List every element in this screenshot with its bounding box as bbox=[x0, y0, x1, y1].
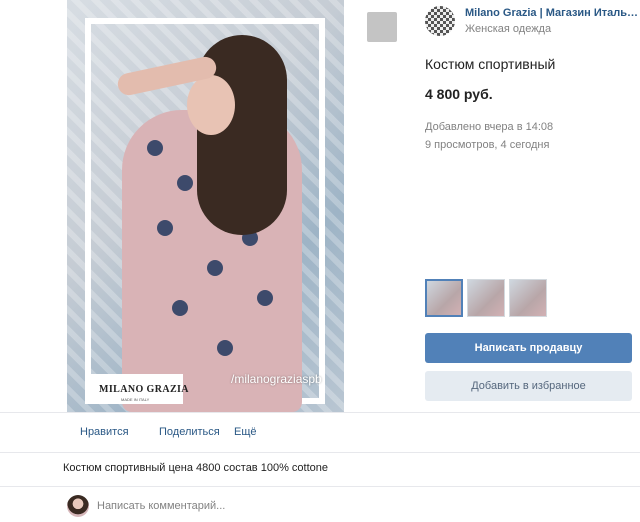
polka-dot bbox=[207, 260, 223, 276]
product-photo-area: MILANO GRAZIA MADE IN ITALY /milanograzi… bbox=[0, 0, 408, 412]
added-date: Добавлено вчера в 14:08 bbox=[425, 121, 554, 133]
product-price: 4 800 руб. bbox=[425, 86, 493, 102]
polka-dot bbox=[177, 175, 193, 191]
polka-dot bbox=[172, 300, 188, 316]
post-actions: Нравится Поделиться Ещё bbox=[80, 426, 257, 438]
photo-placeholder-thumb[interactable] bbox=[367, 12, 397, 42]
product-photo[interactable]: MILANO GRAZIA MADE IN ITALY /milanograzi… bbox=[67, 0, 344, 412]
polka-dot bbox=[147, 140, 163, 156]
photo-watermark-handle: /milanograziaspb bbox=[231, 372, 322, 386]
share-link[interactable]: Поделиться bbox=[159, 426, 234, 438]
polka-dot bbox=[157, 220, 173, 236]
photo-thumbnail[interactable] bbox=[425, 279, 463, 317]
photo-brand-subtitle: MADE IN ITALY bbox=[121, 397, 150, 402]
photo-thumbnails bbox=[425, 279, 547, 317]
photo-brand-logo: MILANO GRAZIA bbox=[99, 384, 189, 395]
model-face bbox=[187, 75, 235, 135]
user-avatar bbox=[67, 495, 89, 517]
divider bbox=[0, 452, 640, 453]
message-seller-button[interactable]: Написать продавцу bbox=[425, 333, 632, 363]
comment-input[interactable] bbox=[97, 497, 397, 515]
like-link[interactable]: Нравится bbox=[80, 426, 159, 438]
product-description: Костюм спортивный цена 4800 состав 100% … bbox=[63, 462, 328, 474]
photo-thumbnail[interactable] bbox=[509, 279, 547, 317]
polka-dot bbox=[257, 290, 273, 306]
add-to-favorites-button[interactable]: Добавить в избранное bbox=[425, 371, 632, 401]
more-link[interactable]: Ещё bbox=[234, 426, 257, 438]
seller-name-link[interactable]: Milano Grazia | Магазин Итальянско... bbox=[465, 7, 640, 19]
seller-category: Женская одежда bbox=[465, 23, 552, 35]
seller-info: Milano Grazia | Магазин Итальянско... Же… bbox=[425, 6, 640, 42]
views-count: 9 просмотров, 4 сегодня bbox=[425, 139, 550, 151]
photo-thumbnail[interactable] bbox=[467, 279, 505, 317]
product-title: Костюм спортивный bbox=[425, 56, 556, 72]
seller-avatar[interactable] bbox=[425, 6, 455, 36]
divider bbox=[0, 486, 640, 487]
divider bbox=[0, 412, 640, 413]
polka-dot bbox=[217, 340, 233, 356]
